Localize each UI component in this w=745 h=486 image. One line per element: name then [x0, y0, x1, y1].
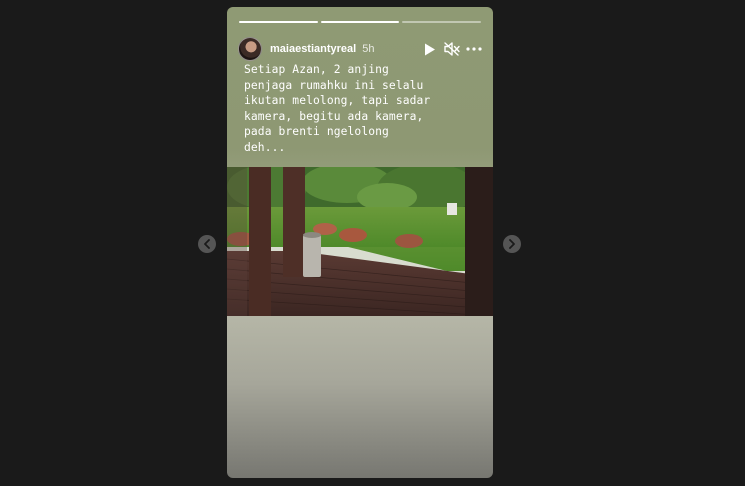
username[interactable]: maiaestiantyreal: [270, 43, 356, 55]
progress-segment: [320, 21, 400, 23]
story-viewer[interactable]: maiaestiantyreal 5h Setiap Azan, 2 anjin…: [227, 7, 493, 478]
more-icon[interactable]: [466, 41, 482, 57]
next-story-button[interactable]: [503, 235, 521, 253]
progress-fill: [239, 21, 318, 23]
speaker-muted-icon[interactable]: [444, 41, 460, 57]
play-icon[interactable]: [422, 41, 438, 57]
progress-fill: [320, 21, 400, 23]
story-controls: [422, 41, 482, 57]
garden-terrace-photo: [227, 167, 493, 316]
chevron-right-icon: [509, 239, 515, 249]
avatar[interactable]: [238, 37, 262, 61]
story-header: maiaestiantyreal 5h: [238, 34, 482, 64]
story-caption: Setiap Azan, 2 anjing penjaga rumahku in…: [244, 63, 431, 154]
progress-segment: [239, 21, 318, 23]
chevron-left-icon: [204, 239, 210, 249]
story-progress-bar: [239, 21, 482, 23]
progress-segment: [402, 21, 482, 23]
previous-story-button[interactable]: [198, 235, 216, 253]
story-photo: [227, 167, 493, 316]
post-time: 5h: [362, 43, 375, 55]
